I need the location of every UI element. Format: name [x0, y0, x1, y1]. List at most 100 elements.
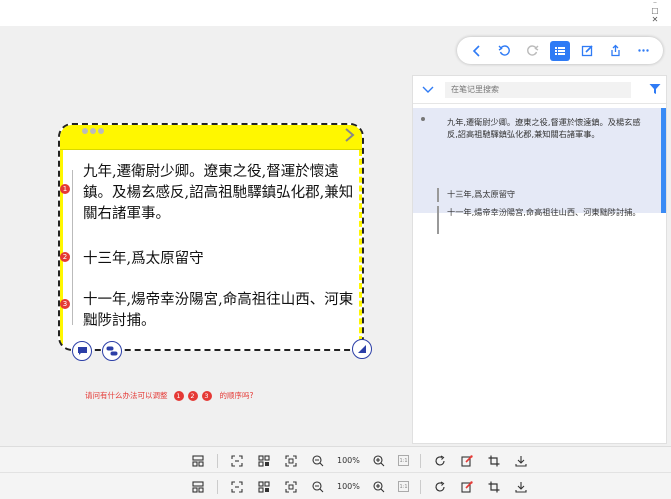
- share-button[interactable]: [605, 41, 625, 61]
- reader-toolbar: [457, 37, 663, 64]
- fit-page-button[interactable]: [283, 479, 299, 495]
- share-icon: [611, 44, 620, 57]
- scan-icon: [231, 454, 243, 467]
- rotate-button[interactable]: [432, 479, 448, 495]
- annotate-icon: [461, 480, 473, 493]
- question-suffix: 的顺序吗?: [219, 391, 254, 400]
- toolbar-divider: [217, 453, 218, 468]
- reorder-icon: [106, 346, 118, 356]
- zoom-in-icon: [373, 454, 385, 466]
- edit-button[interactable]: [578, 41, 598, 61]
- zoom-level: 100%: [337, 456, 360, 465]
- annotate-button[interactable]: [459, 479, 475, 495]
- card-paragraph-3: 十一年,煬帝幸汾陽宮,命高祖往山西、河東黜陟討捕。: [83, 292, 354, 329]
- scan-icon: [231, 480, 243, 493]
- note-bullet: [421, 117, 425, 121]
- fit-page-button[interactable]: [283, 453, 299, 469]
- notes-panel: 九年,遷衛尉少卿。遼東之役,督運於懷遠鎮。及楊玄感反,詔高祖馳驛鎮弘化郡,兼知關…: [412, 75, 667, 444]
- question-prefix: 请问有什么办法可以调整: [85, 391, 168, 400]
- comment-button[interactable]: [72, 341, 92, 361]
- zoom-in-icon: [373, 480, 385, 492]
- notes-search-bar: [413, 76, 666, 104]
- layout-icon: [192, 454, 204, 467]
- layout-button[interactable]: [190, 453, 206, 469]
- rotate-button[interactable]: [432, 453, 448, 469]
- zoom-out-icon: [312, 480, 324, 492]
- resize-corner-icon: [358, 345, 366, 353]
- bottom-toolbar-secondary: 100% 1:1: [0, 472, 671, 499]
- crop-button[interactable]: [486, 479, 502, 495]
- scan-button[interactable]: [229, 453, 245, 469]
- zoom-in-button[interactable]: [371, 453, 387, 469]
- note-sub-text-2: 十一年,煬帝幸汾陽宮,命高祖往山西、河東黜陟討捕。: [437, 206, 642, 234]
- window-controls: ⁻ ☐ ✕: [649, 0, 661, 24]
- crop-button[interactable]: [486, 453, 502, 469]
- fit-page-icon: [285, 480, 297, 493]
- redo-icon: [526, 45, 539, 56]
- scan-button[interactable]: [229, 479, 245, 495]
- list-icon: [554, 46, 565, 55]
- card-body: 九年,遷衛尉少卿。遼東之役,督運於懷遠鎮。及楊玄感反,詔高祖馳驛鎮弘化郡,兼知關…: [60, 150, 362, 349]
- toolbar-divider: [217, 479, 218, 494]
- crop-icon: [488, 455, 500, 466]
- zoom-out-button[interactable]: [310, 479, 326, 495]
- note-sub-text-1: 十三年,爲太原留守: [437, 188, 642, 202]
- rotate-icon: [435, 481, 445, 492]
- filter-icon: [649, 84, 661, 94]
- notes-search-input[interactable]: [445, 81, 631, 98]
- annotate-button[interactable]: [459, 453, 475, 469]
- question-number-2: 2: [187, 390, 198, 401]
- toolbar-divider: [420, 479, 421, 494]
- marker-3: 3: [60, 299, 70, 309]
- zoom-out-icon: [312, 454, 324, 466]
- card-expand-button[interactable]: [344, 127, 356, 147]
- filter-button[interactable]: [649, 80, 661, 99]
- layout-icon: [192, 480, 204, 493]
- marker-2: 2: [60, 252, 70, 262]
- grid-icon: [258, 454, 270, 467]
- grid-button[interactable]: [256, 479, 272, 495]
- fit-page-icon: [285, 454, 297, 467]
- zoom-level: 100%: [337, 482, 360, 491]
- download-icon: [515, 455, 527, 467]
- zoom-out-button[interactable]: [310, 453, 326, 469]
- question-text: 请问有什么办法可以调整 1 2 3 的顺序吗?: [85, 390, 253, 401]
- collapse-button[interactable]: [413, 86, 443, 94]
- bottom-toolbar: 100% 1:1: [0, 446, 671, 474]
- card-paragraph-1: 九年,遷衛尉少卿。遼東之役,督運於懷遠鎮。及楊玄感反,詔高祖馳驛鎮弘化郡,兼知關…: [83, 164, 354, 222]
- grid-button[interactable]: [256, 453, 272, 469]
- card-paragraph-2: 十三年,爲太原留守: [83, 251, 204, 267]
- annotate-icon: [461, 454, 473, 467]
- list-view-button[interactable]: [549, 40, 570, 61]
- layout-button[interactable]: [190, 479, 206, 495]
- close-button[interactable]: ✕: [649, 16, 661, 24]
- actual-size-button[interactable]: 1:1: [398, 455, 409, 466]
- question-number-1: 1: [173, 390, 184, 401]
- highlight-card[interactable]: 九年,遷衛尉少卿。遼東之役,督運於懷遠鎮。及楊玄感反,詔高祖馳驛鎮弘化郡,兼知關…: [58, 123, 364, 351]
- download-button[interactable]: [513, 479, 529, 495]
- redo-button[interactable]: [522, 41, 542, 61]
- crop-icon: [488, 481, 500, 492]
- card-menu-dots[interactable]: [82, 128, 104, 134]
- edit-icon: [582, 45, 593, 57]
- zoom-in-button[interactable]: [371, 479, 387, 495]
- resize-handle[interactable]: [352, 339, 372, 359]
- rotate-icon: [435, 455, 445, 466]
- card-header: [60, 125, 362, 150]
- note-main-text: 九年,遷衛尉少卿。遼東之役,督運於懷遠鎮。及楊玄感反,詔高祖馳驛鎮弘化郡,兼知關…: [447, 117, 641, 139]
- back-button[interactable]: [467, 41, 487, 61]
- download-icon: [515, 481, 527, 493]
- toolbar-divider: [420, 453, 421, 468]
- reorder-button[interactable]: [102, 341, 122, 361]
- more-button[interactable]: [633, 41, 653, 61]
- marker-1: 1: [60, 184, 70, 194]
- actual-size-button[interactable]: 1:1: [398, 481, 409, 492]
- comment-icon: [77, 347, 87, 355]
- question-number-3: 3: [201, 390, 212, 401]
- undo-button[interactable]: [495, 41, 515, 61]
- undo-icon: [498, 45, 510, 56]
- note-card[interactable]: 九年,遷衛尉少卿。遼東之役,督運於懷遠鎮。及楊玄感反,詔高祖馳驛鎮弘化郡,兼知關…: [413, 108, 666, 234]
- card-divider-line: [72, 170, 73, 325]
- grid-icon: [258, 480, 270, 493]
- download-button[interactable]: [513, 453, 529, 469]
